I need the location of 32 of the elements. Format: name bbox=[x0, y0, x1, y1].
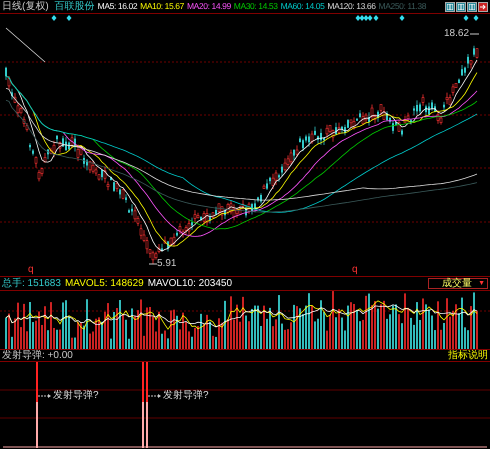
toolbar-button[interactable] bbox=[456, 2, 466, 12]
leader-line bbox=[469, 32, 480, 36]
ma-value: MA60: 14.05 bbox=[280, 2, 324, 11]
signal-marker: q bbox=[352, 265, 358, 275]
signal-label: 发射导弹? bbox=[163, 391, 209, 401]
arrow-icon bbox=[38, 393, 52, 399]
indicator-help-link[interactable]: 指标说明 bbox=[448, 350, 488, 360]
exit-icon bbox=[480, 4, 486, 10]
leader-line bbox=[149, 262, 157, 266]
ma-value: MA250: 11.38 bbox=[378, 2, 426, 11]
exit-button[interactable] bbox=[478, 2, 488, 12]
ma-value: MA120: 13.66 bbox=[327, 2, 376, 11]
toolbar-button[interactable] bbox=[467, 2, 477, 12]
volume-stat: MAVOL10: 203450 bbox=[148, 278, 232, 288]
toolbar-button[interactable] bbox=[445, 2, 455, 12]
volume-stat: MAVOL5: 148629 bbox=[64, 278, 144, 288]
signal-marker: q bbox=[28, 265, 34, 275]
arrow-icon bbox=[148, 393, 162, 399]
ma-value: MA30: 14.53 bbox=[234, 2, 278, 11]
grid-icon bbox=[458, 4, 464, 10]
volume-stat: 总手: 151683 bbox=[2, 278, 61, 288]
grid-icon bbox=[469, 4, 475, 10]
indicator-title: 发射导弹: +0.00 bbox=[2, 350, 73, 360]
ma-value: MA20: 14.99 bbox=[186, 2, 231, 11]
stock-name: 百联股份 bbox=[54, 2, 95, 12]
grid-icon bbox=[447, 4, 453, 10]
signal-label: 发射导弹? bbox=[53, 391, 99, 401]
period-label: 日线(复权) bbox=[2, 2, 49, 12]
ma-value: MA10: 15.67 bbox=[140, 2, 184, 11]
ma-value: MA5: 16.02 bbox=[98, 2, 138, 11]
low-price-label: 5.91 bbox=[157, 259, 176, 269]
high-price-label: 18.62 bbox=[444, 29, 470, 39]
